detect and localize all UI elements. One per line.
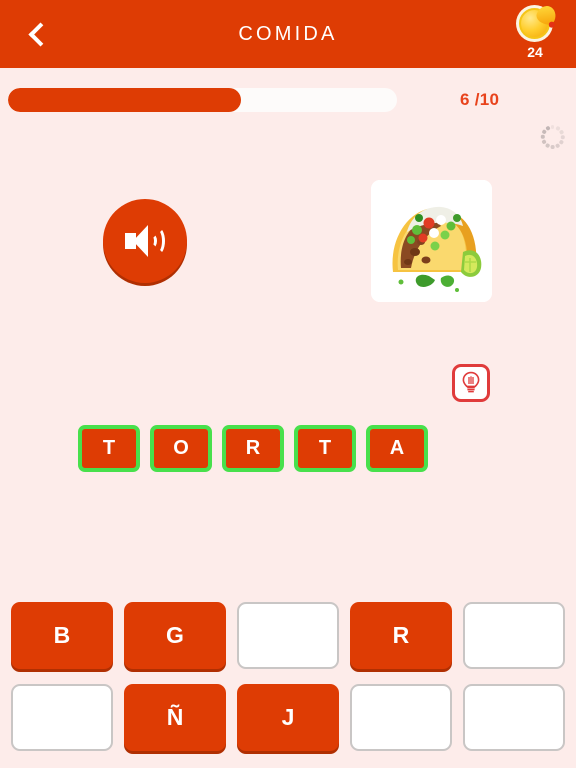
lightbulb-icon: [462, 371, 480, 393]
empty-key-slot: [462, 602, 566, 669]
answer-tile[interactable]: R: [222, 425, 284, 472]
speaker-icon: [123, 222, 167, 260]
letter-key[interactable]: G: [123, 602, 226, 669]
answer-tiles: TORTA: [78, 425, 428, 472]
coin-balance[interactable]: 24: [506, 3, 564, 64]
play-audio-button[interactable]: [103, 199, 187, 283]
progress-bar-track: [8, 88, 397, 112]
answer-tile[interactable]: T: [78, 425, 140, 472]
loading-spinner-icon: [540, 125, 565, 149]
answer-tile[interactable]: O: [150, 425, 212, 472]
keyboard-row: ÑJ: [0, 684, 576, 751]
coin-count-label: 24: [527, 44, 543, 60]
app-header: COMIDA 24: [0, 0, 576, 68]
letter-key[interactable]: Ñ: [124, 684, 226, 751]
progress-count-label: 6 /10: [460, 90, 500, 109]
letter-key[interactable]: R: [350, 602, 452, 669]
back-button[interactable]: [10, 0, 64, 68]
taco-image: [371, 180, 492, 302]
empty-key-slot: [462, 684, 565, 751]
progress-bar-fill: [8, 88, 242, 112]
answer-tile[interactable]: A: [366, 425, 428, 472]
empty-key-slot: [236, 602, 339, 669]
answer-tile[interactable]: T: [294, 425, 356, 472]
prompt-image-card: [371, 180, 492, 302]
letter-key[interactable]: B: [11, 602, 113, 669]
empty-key-slot: [349, 684, 452, 751]
keyboard-row: BG R: [0, 602, 576, 669]
empty-key-slot: [11, 684, 114, 751]
coin-icon: [514, 3, 559, 46]
page-title: COMIDA: [238, 22, 338, 45]
chevron-left-icon: [27, 21, 53, 47]
hint-button[interactable]: [452, 364, 490, 402]
letter-key[interactable]: J: [236, 684, 339, 751]
progress-row: 6 /10: [0, 86, 576, 114]
letter-keyboard: BG R ÑJ: [0, 602, 576, 766]
